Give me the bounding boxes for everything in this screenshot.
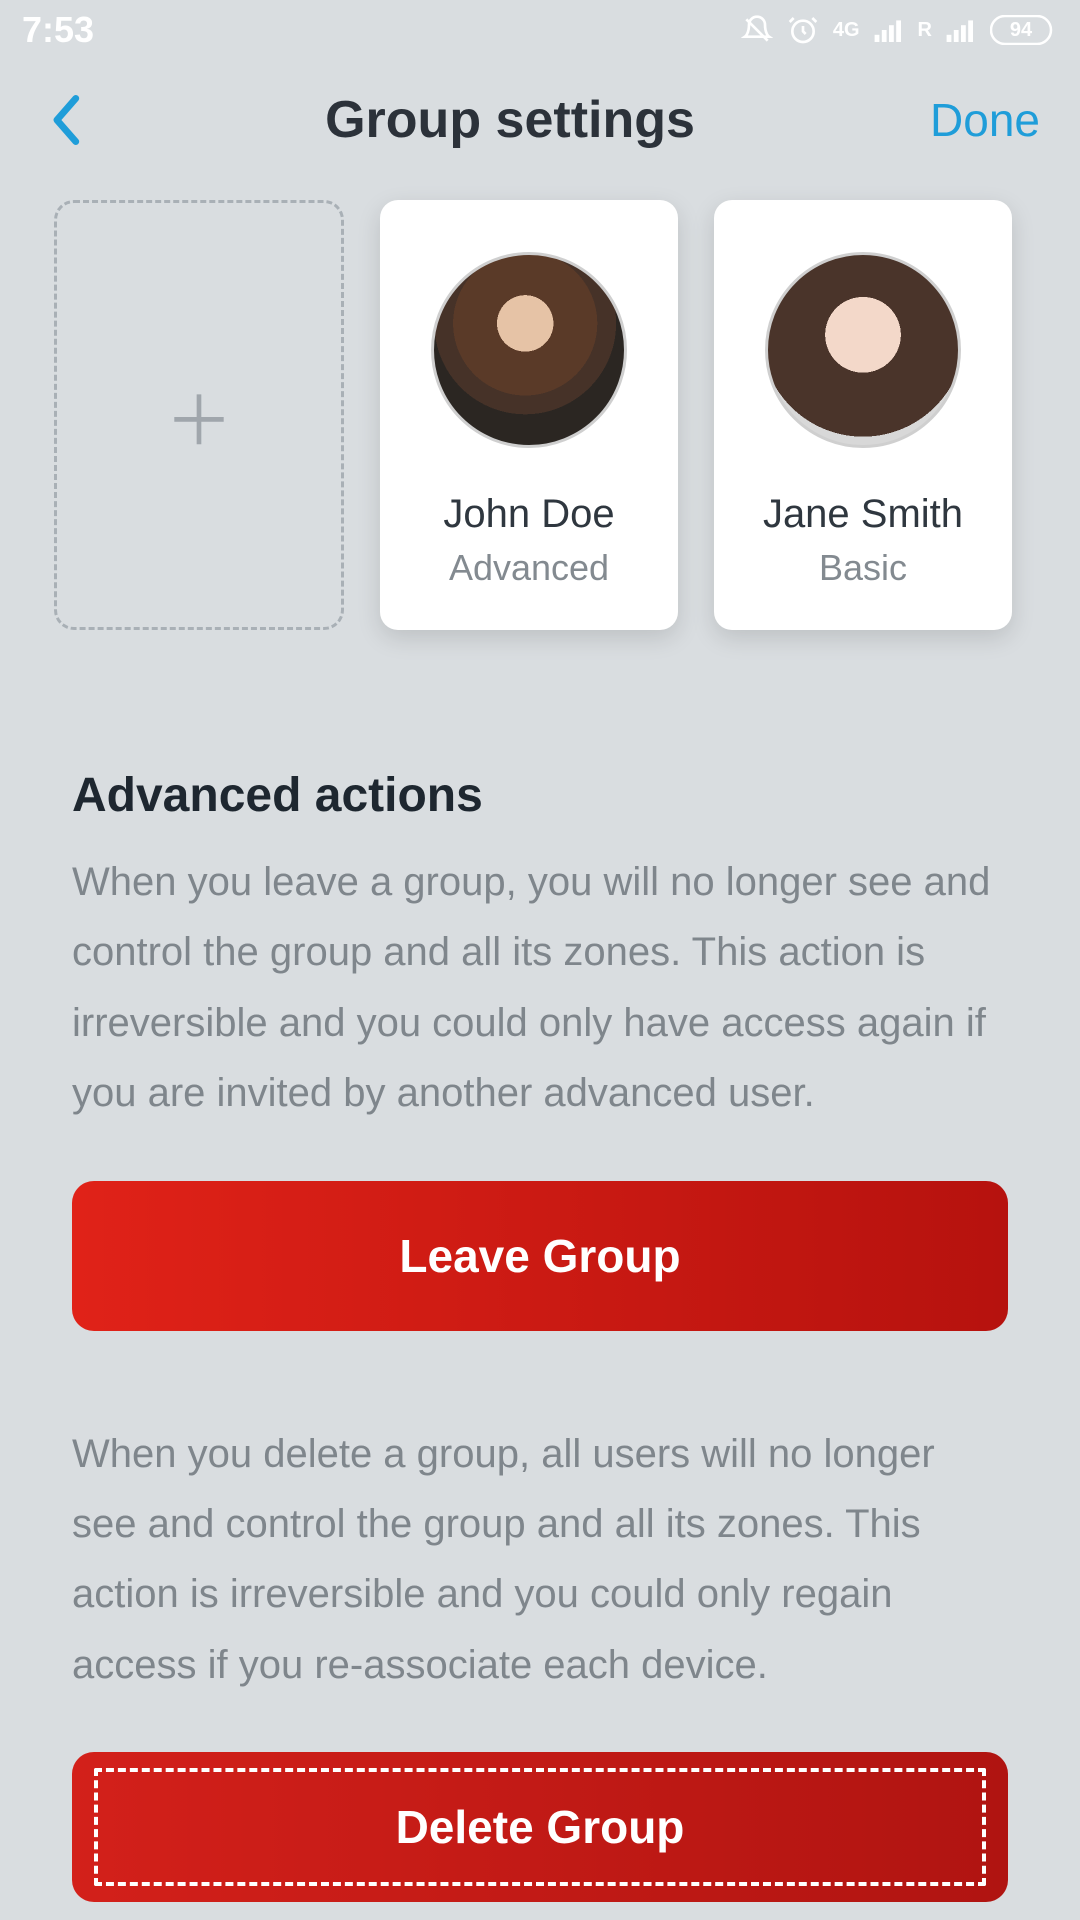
member-list: ＋ John Doe Advanced Jane Smith Basic [0,200,1080,630]
advanced-actions-section: Advanced actions When you leave a group,… [0,768,1080,1902]
member-name: John Doe [443,492,614,537]
member-role: Advanced [449,547,609,589]
leave-group-label: Leave Group [399,1229,680,1283]
done-button[interactable]: Done [930,93,1040,147]
leave-description: When you leave a group, you will no long… [72,847,1008,1129]
avatar [431,252,627,448]
back-button[interactable] [40,95,90,145]
delete-group-button[interactable]: Delete Group [72,1752,1008,1902]
status-bar: 7:53 4G R 94 [0,0,1080,60]
svg-text:94: 94 [1010,19,1033,41]
network-4g-icon: 4G [833,19,860,42]
signal-1-icon [874,18,904,42]
member-card[interactable]: Jane Smith Basic [714,200,1012,630]
member-role: Basic [819,547,907,589]
add-member-card[interactable]: ＋ [54,200,344,630]
section-title: Advanced actions [72,768,1008,823]
page-header: Group settings Done [0,60,1080,190]
delete-description: When you delete a group, all users will … [72,1419,1008,1701]
status-icons: 4G R 94 [741,14,1058,46]
do-not-disturb-icon [741,14,773,46]
page-title: Group settings [90,90,930,150]
alarm-icon [787,14,819,46]
battery-icon: 94 [990,15,1058,45]
plus-icon: ＋ [165,366,233,465]
member-name: Jane Smith [763,492,963,537]
delete-group-label: Delete Group [396,1800,685,1854]
avatar [765,252,961,448]
leave-group-button[interactable]: Leave Group [72,1181,1008,1331]
chevron-left-icon [48,93,82,147]
status-time: 7:53 [22,9,94,51]
signal-2-icon [946,18,976,42]
member-card[interactable]: John Doe Advanced [380,200,678,630]
network-r-icon: R [918,19,932,42]
